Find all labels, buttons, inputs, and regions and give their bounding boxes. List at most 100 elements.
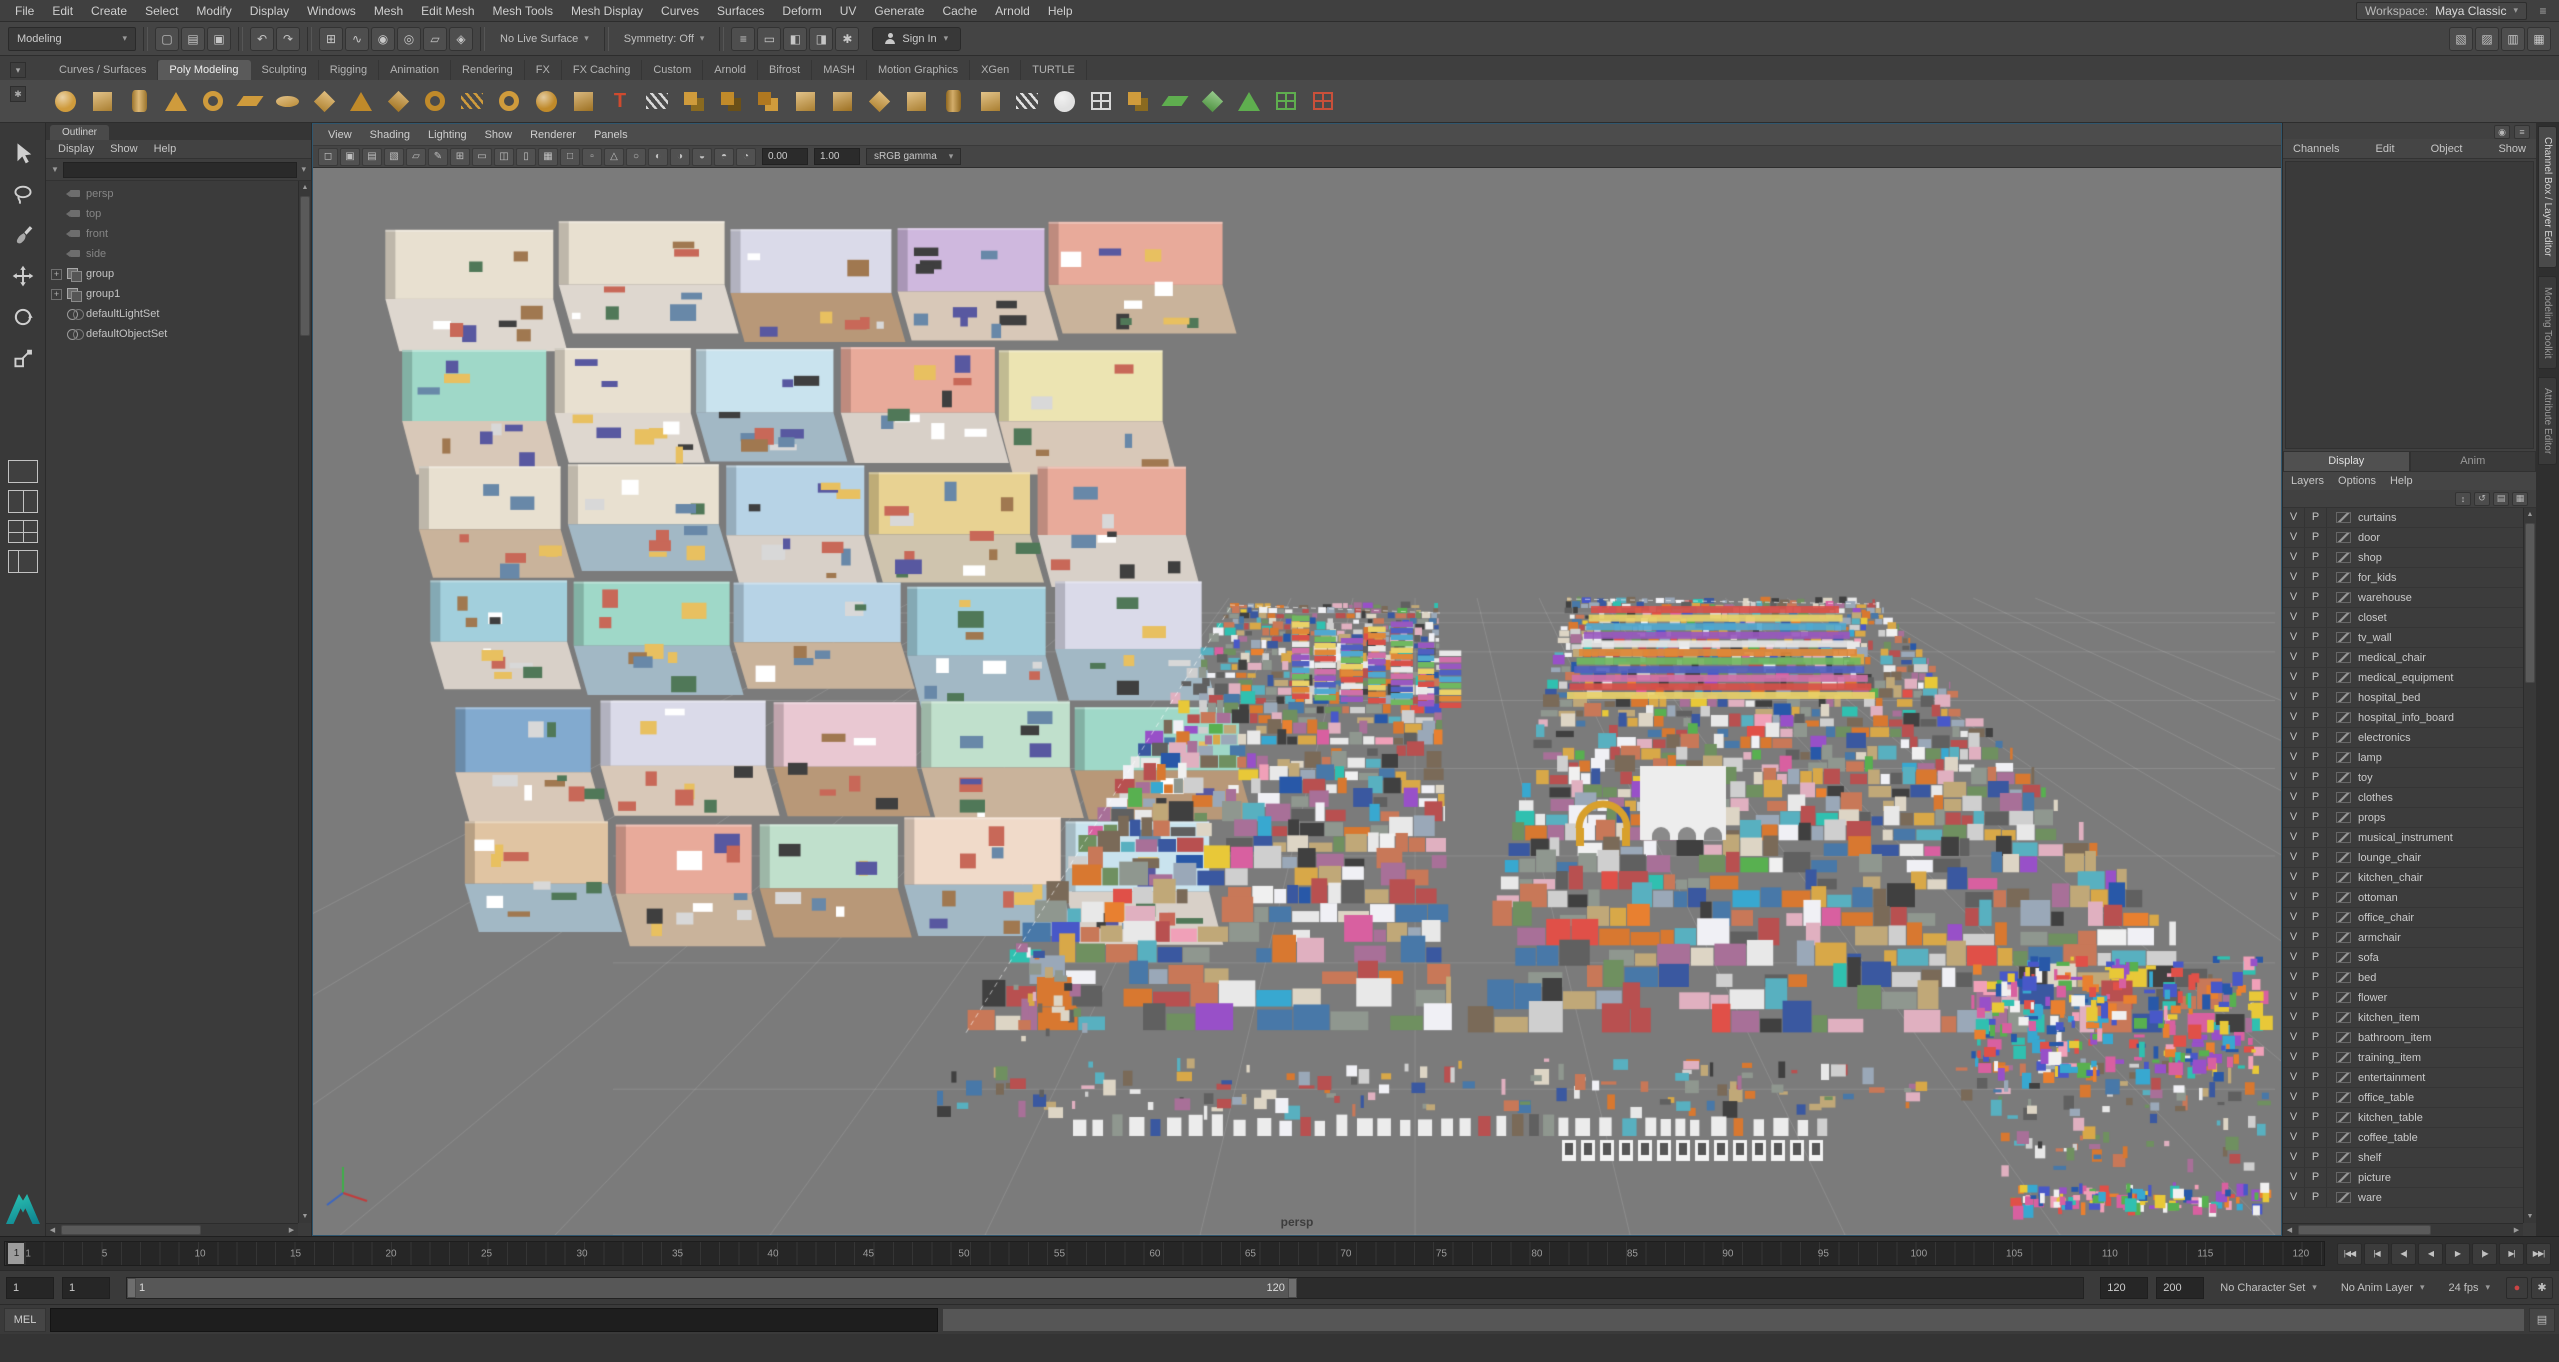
uv-camera-projection-icon[interactable] — [1232, 84, 1266, 118]
layer-row-musical-instrument[interactable]: V Pmusical_instrument — [2283, 828, 2523, 848]
sign-in-button[interactable]: Sign In ▾ — [872, 26, 962, 51]
layer-playback-toggle[interactable]: P — [2305, 928, 2327, 947]
layer-playback-toggle[interactable]: P — [2305, 528, 2327, 547]
playback-end-field[interactable]: 120 — [2100, 1276, 2149, 1299]
layer-row-training-item[interactable]: V Ptraining_item — [2283, 1048, 2523, 1068]
outliner-item-persp[interactable]: persp — [46, 184, 298, 204]
shelf-tab-custom[interactable]: Custom — [642, 60, 704, 80]
layer-visibility-toggle[interactable]: V — [2283, 1168, 2305, 1187]
menu-display[interactable]: Display — [241, 2, 298, 20]
separate-icon[interactable] — [825, 84, 859, 118]
layer-visibility-toggle[interactable]: V — [2283, 648, 2305, 667]
layer-row-shelf[interactable]: V Pshelf — [2283, 1148, 2523, 1168]
layer-playback-toggle[interactable]: P — [2305, 708, 2327, 727]
step-forward-key-button[interactable]: |▶ — [2472, 1242, 2497, 1265]
layer-visibility-toggle[interactable]: V — [2283, 1028, 2305, 1047]
shelf-tab-rendering[interactable]: Rendering — [451, 60, 525, 80]
open-scene-icon[interactable]: ▤ — [181, 26, 205, 51]
boolean-difference-icon[interactable] — [714, 84, 748, 118]
layer-visibility-toggle[interactable]: V — [2283, 688, 2305, 707]
layer-playback-toggle[interactable]: P — [2305, 688, 2327, 707]
toggle-tool-settings-icon[interactable]: ▨ — [2475, 26, 2499, 51]
layer-row-hospital-bed[interactable]: V Phospital_bed — [2283, 688, 2523, 708]
polygon-gear-icon[interactable] — [492, 84, 526, 118]
shelf-tab-sculpting[interactable]: Sculpting — [251, 60, 319, 80]
snap-to-point-icon[interactable]: ◉ — [371, 26, 395, 51]
target-weld-icon[interactable] — [1047, 84, 1081, 118]
menu-mesh[interactable]: Mesh — [365, 2, 412, 20]
menu-set-selector[interactable]: Modeling ▾ — [8, 26, 136, 51]
layer-vertical-scrollbar[interactable]: ▲ ▼ — [2523, 508, 2536, 1223]
layer-color-swatch[interactable] — [2336, 992, 2351, 1003]
outliner-vertical-scrollbar[interactable]: ▲ ▼ — [298, 181, 311, 1223]
shelf-tab-xgen[interactable]: XGen — [970, 60, 1022, 80]
lighting-icon[interactable]: ○ — [626, 147, 646, 166]
outliner-item-group[interactable]: + group — [46, 264, 298, 284]
animation-start-field[interactable]: 1 — [6, 1276, 54, 1299]
polygon-type-icon[interactable]: T — [603, 84, 637, 118]
polygon-helix-icon[interactable] — [455, 84, 489, 118]
image-plane-icon[interactable]: ▧ — [384, 147, 404, 166]
layer-color-swatch[interactable] — [2336, 712, 2351, 723]
polygon-plane-icon[interactable] — [233, 84, 267, 118]
outliner-item-defaultobjectset[interactable]: defaultObjectSet — [46, 324, 298, 344]
outliner-menu-help[interactable]: Help — [146, 143, 185, 155]
layer-playback-toggle[interactable]: P — [2305, 988, 2327, 1007]
channel-box-menu-show[interactable]: Show — [2498, 143, 2526, 155]
layer-visibility-toggle[interactable]: V — [2283, 748, 2305, 767]
layer-color-swatch[interactable] — [2336, 832, 2351, 843]
layer-color-swatch[interactable] — [2336, 672, 2351, 683]
command-input[interactable] — [50, 1307, 938, 1332]
layer-menu-options[interactable]: Options — [2338, 475, 2376, 487]
range-slider-bar[interactable]: 1 120 — [127, 1277, 1297, 1298]
play-backwards-button[interactable]: ◀ — [2418, 1242, 2443, 1265]
layer-row-kitchen-table[interactable]: V Pkitchen_table — [2283, 1108, 2523, 1128]
outliner-title-tab[interactable]: Outliner — [50, 125, 110, 140]
layer-row-lounge-chair[interactable]: V Plounge_chair — [2283, 848, 2523, 868]
layer-color-swatch[interactable] — [2336, 932, 2351, 943]
layer-playback-toggle[interactable]: P — [2305, 828, 2327, 847]
menu-edit[interactable]: Edit — [43, 2, 82, 20]
layer-row-flower[interactable]: V Pflower — [2283, 988, 2523, 1008]
camera-bookmark-icon[interactable]: ▤ — [362, 147, 382, 166]
layer-row-armchair[interactable]: V Parmchair — [2283, 928, 2523, 948]
scroll-right-icon[interactable]: ▶ — [2510, 1224, 2523, 1236]
layer-row-warehouse[interactable]: V Pwarehouse — [2283, 588, 2523, 608]
shelf-tab-rigging[interactable]: Rigging — [319, 60, 380, 80]
layer-playback-toggle[interactable]: P — [2305, 768, 2327, 787]
expander-icon[interactable]: + — [51, 268, 62, 280]
step-back-key-button[interactable]: ◀| — [2391, 1242, 2416, 1265]
layer-row-door[interactable]: V Pdoor — [2283, 528, 2523, 548]
persp-outliner-layout[interactable] — [7, 550, 38, 573]
layer-visibility-toggle[interactable]: V — [2283, 1088, 2305, 1107]
grease-pencil-icon[interactable]: ✎ — [428, 147, 448, 166]
shelf-tab-animation[interactable]: Animation — [379, 60, 452, 80]
exposure-field[interactable]: 0.00 — [762, 148, 808, 165]
character-set-selector[interactable]: No Character Set ▾ — [2212, 1277, 2325, 1299]
layer-color-swatch[interactable] — [2336, 1152, 2351, 1163]
grid-icon[interactable]: ⊞ — [450, 147, 470, 166]
layer-row-kitchen-chair[interactable]: V Pkitchen_chair — [2283, 868, 2523, 888]
layer-row-kitchen-item[interactable]: V Pkitchen_item — [2283, 1008, 2523, 1028]
polygon-torus-icon[interactable] — [196, 84, 230, 118]
menu-windows[interactable]: Windows — [298, 2, 365, 20]
menu-uv[interactable]: UV — [831, 2, 866, 20]
viewport-menu-view[interactable]: View — [319, 129, 361, 141]
two-pane-layout[interactable] — [7, 490, 38, 513]
layer-color-swatch[interactable] — [2336, 692, 2351, 703]
sweep-mesh-icon[interactable] — [640, 84, 674, 118]
shadows-icon[interactable]: ◐ — [648, 147, 668, 166]
layer-playback-toggle[interactable]: P — [2305, 968, 2327, 987]
search-options-icon[interactable]: ▾ — [301, 164, 306, 175]
layer-color-swatch[interactable] — [2336, 532, 2351, 543]
layer-playback-toggle[interactable]: P — [2305, 868, 2327, 887]
layer-row-picture[interactable]: V Ppicture — [2283, 1168, 2523, 1188]
expander-icon[interactable]: + — [51, 288, 62, 300]
polygon-sphere-icon[interactable] — [48, 84, 82, 118]
scroll-down-icon[interactable]: ▼ — [299, 1210, 311, 1223]
menu-create[interactable]: Create — [82, 2, 136, 20]
layer-playback-toggle[interactable]: P — [2305, 808, 2327, 827]
color-space-selector[interactable]: sRGB gamma ▾ — [866, 148, 962, 165]
move-tool[interactable] — [7, 260, 39, 292]
layer-editor-tab-anim[interactable]: Anim — [2409, 451, 2536, 472]
